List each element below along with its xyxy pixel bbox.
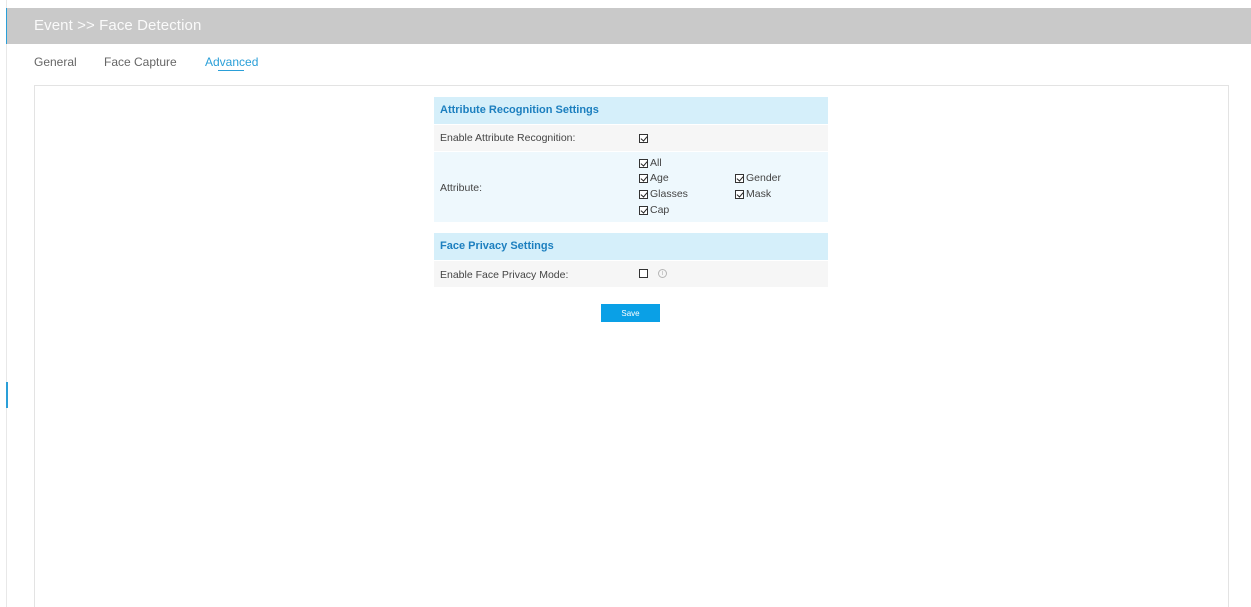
enable-attribute-recognition-checkbox[interactable] [639,134,648,143]
tab-advanced[interactable]: Advanced [205,55,258,69]
save-button[interactable]: Save [601,304,660,322]
active-tab-indicator [218,70,244,71]
enable-face-privacy-label: Enable Face Privacy Mode: [440,269,569,281]
attribute-glasses-label: Glasses [650,188,688,200]
tab-general[interactable]: General [34,55,77,69]
attribute-label: Attribute: [440,182,483,194]
enable-face-privacy-row: Enable Face Privacy Mode: i [434,261,828,287]
attribute-gender-label: Gender [746,172,782,184]
attribute-all-checkbox[interactable] [639,159,648,168]
attribute-mask-checkbox[interactable] [735,190,744,199]
page-title: Event >> Face Detection [34,17,202,34]
left-edge-accent [6,382,8,408]
face-privacy-title: Face Privacy Settings [440,240,554,252]
left-edge-divider [6,0,7,607]
attribute-gender-checkbox[interactable] [735,174,744,183]
attribute-cap-label: Cap [650,204,670,216]
page-header: Event >> Face Detection [7,8,1251,44]
enable-attribute-recognition-row: Enable Attribute Recognition: [434,125,828,151]
attribute-glasses-checkbox[interactable] [639,190,648,199]
attribute-recognition-section-header: Attribute Recognition Settings [434,97,828,124]
attribute-recognition-title: Attribute Recognition Settings [440,104,599,116]
page: Event >> Face Detection General Face Cap… [0,0,1251,607]
tab-face-capture[interactable]: Face Capture [104,55,177,69]
attribute-mask-label: Mask [746,188,772,200]
attribute-age-checkbox[interactable] [639,174,648,183]
face-privacy-section-header: Face Privacy Settings [434,233,828,260]
enable-face-privacy-checkbox[interactable] [639,269,648,278]
attribute-cap-checkbox[interactable] [639,206,648,215]
attribute-row: Attribute: All Age Gender Glasses Mask C… [434,152,828,222]
enable-attribute-recognition-label: Enable Attribute Recognition: [440,132,576,144]
attribute-age-label: Age [650,172,669,184]
info-icon[interactable]: i [658,269,667,278]
attribute-all-label: All [650,157,662,169]
